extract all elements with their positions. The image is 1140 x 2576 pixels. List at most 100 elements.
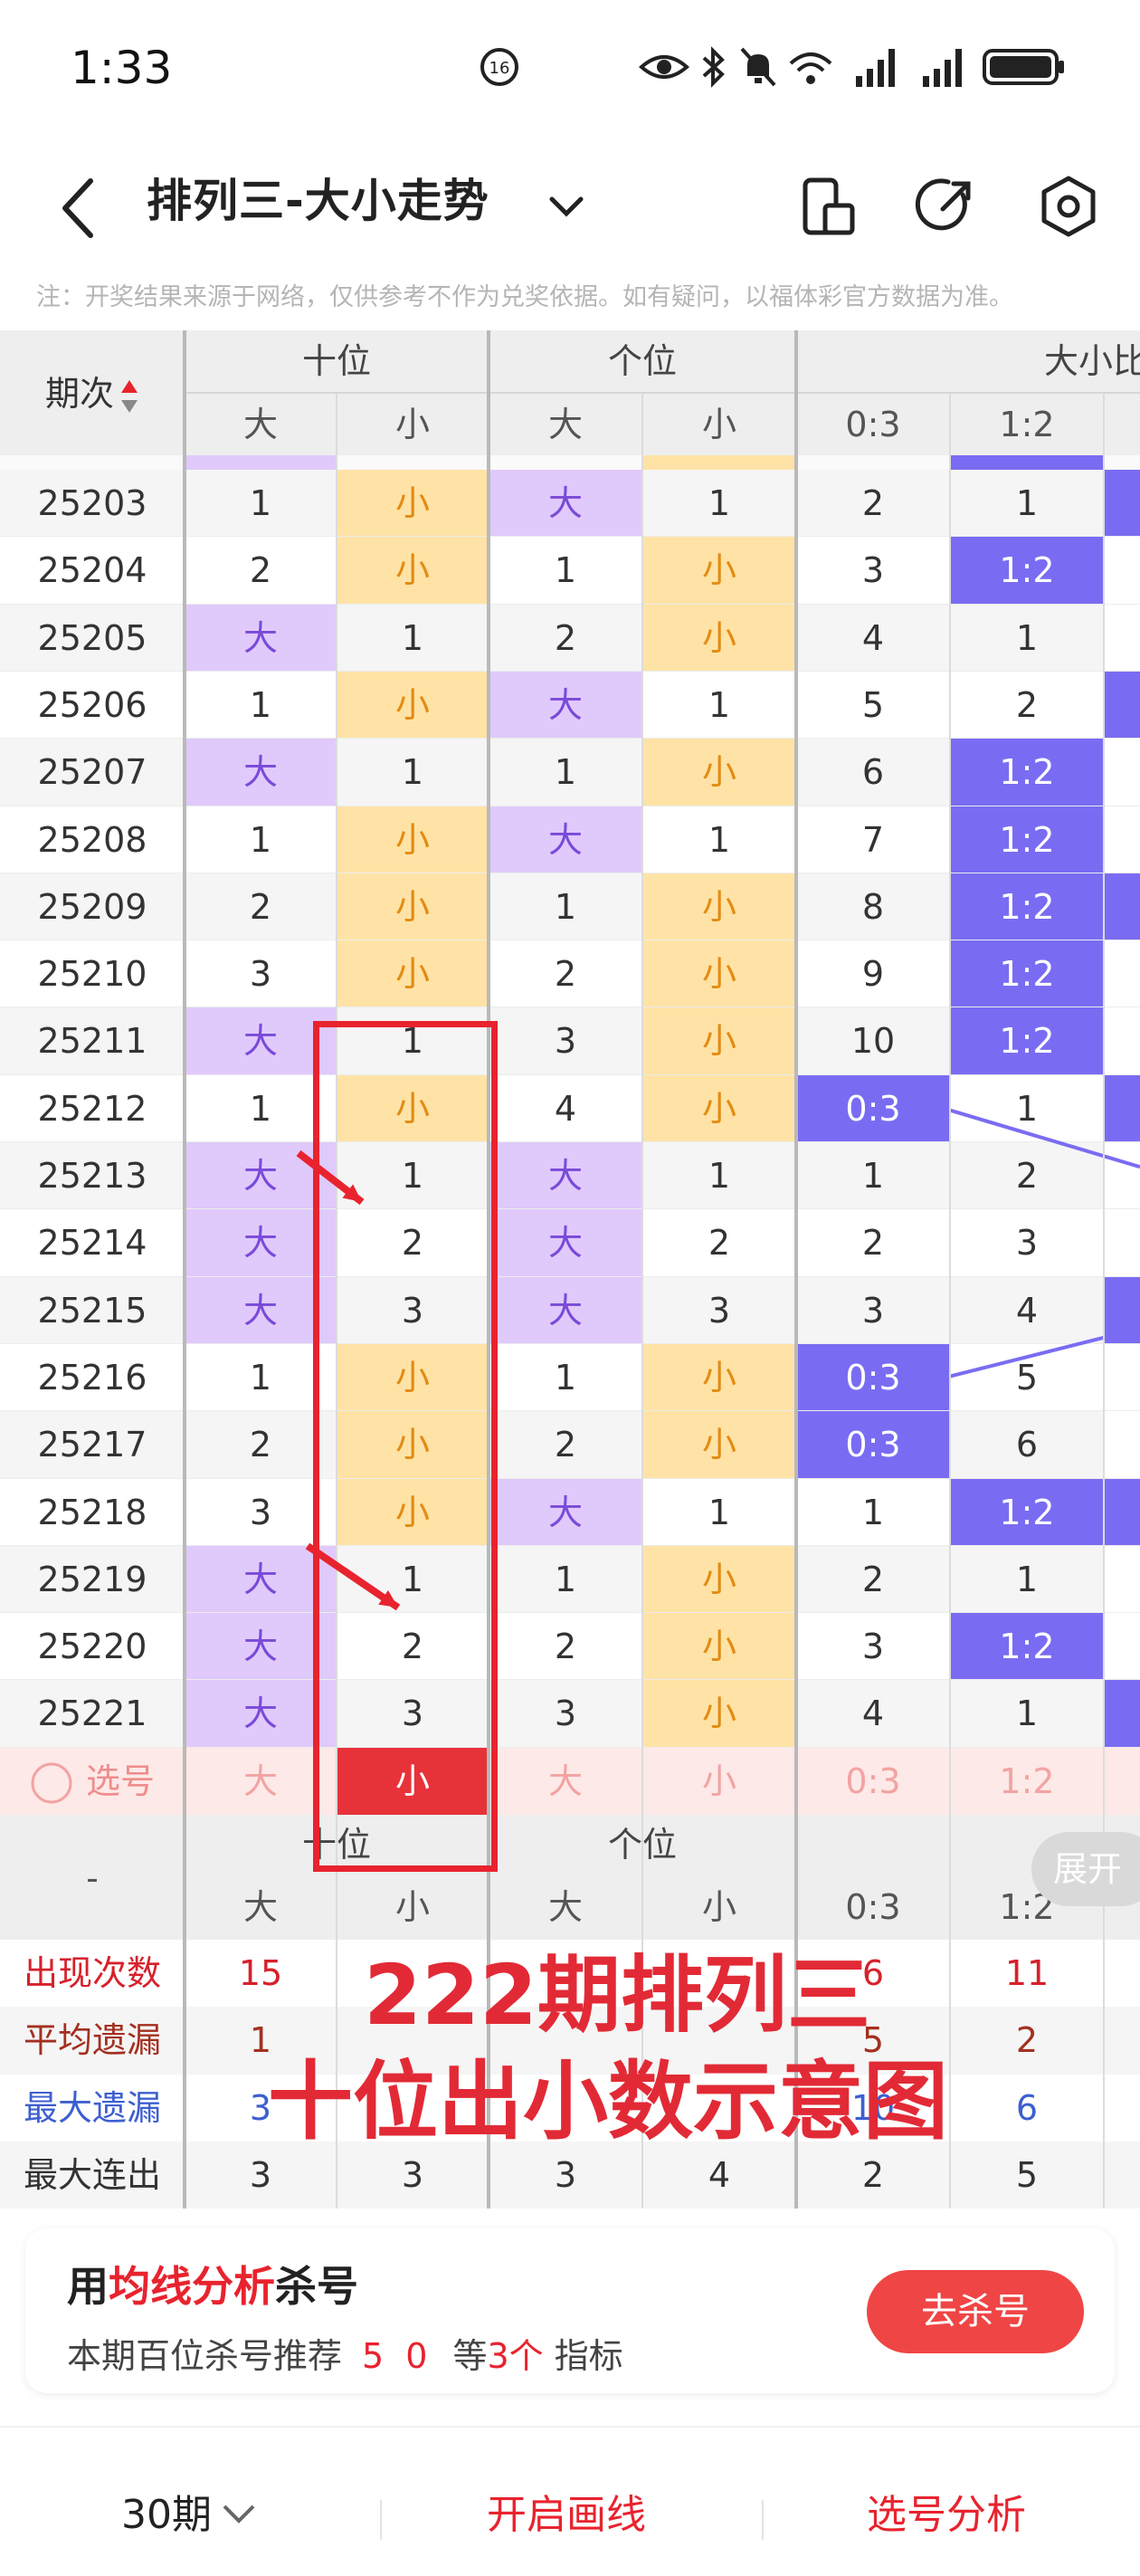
table-cell[interactable]: 大 bbox=[185, 1276, 336, 1344]
table-cell[interactable]: 1 bbox=[185, 470, 336, 537]
select-cell[interactable]: 小 bbox=[643, 1748, 795, 1815]
table-cell[interactable]: 1 bbox=[185, 806, 336, 873]
table-cell[interactable]: 2 bbox=[185, 1411, 336, 1478]
table-cell[interactable]: 大 bbox=[185, 1680, 336, 1748]
table-cell[interactable]: 2 bbox=[489, 605, 641, 672]
draw-line-button[interactable]: 开启画线 bbox=[487, 2482, 646, 2540]
pick-analysis-button[interactable]: 选号分析 bbox=[867, 2482, 1026, 2540]
table-cell[interactable]: 大 bbox=[185, 604, 336, 672]
table-cell[interactable]: 2 bbox=[797, 1546, 949, 1613]
table-cell[interactable]: 4 bbox=[797, 605, 949, 672]
table-cell[interactable]: 1 bbox=[643, 1479, 795, 1546]
table-cell[interactable]: 1:2 bbox=[951, 537, 1103, 605]
table-cell[interactable]: 6 bbox=[797, 739, 949, 806]
table-cell[interactable]: 大 bbox=[489, 1276, 641, 1344]
table-cell[interactable]: 9 bbox=[797, 940, 949, 1007]
table-cell[interactable]: 3 bbox=[185, 940, 336, 1007]
kill-number-button[interactable]: 去杀号 bbox=[867, 2270, 1084, 2353]
table-cell[interactable]: 小 bbox=[337, 1411, 488, 1479]
table-cell[interactable]: 小 bbox=[337, 1343, 488, 1412]
select-label[interactable]: 选号 bbox=[0, 1748, 185, 1815]
table-cell[interactable]: 大 bbox=[489, 470, 641, 538]
table-cell[interactable]: 1 bbox=[643, 1142, 795, 1209]
table-cell[interactable]: 小 bbox=[643, 940, 795, 1008]
table-cell[interactable]: 小 bbox=[643, 1074, 795, 1142]
table-cell[interactable]: 2 bbox=[337, 1209, 488, 1276]
chevron-down-icon[interactable] bbox=[546, 186, 586, 226]
table-cell[interactable]: 小 bbox=[337, 940, 488, 1008]
table-cell[interactable]: 1 bbox=[951, 1680, 1103, 1747]
table-cell[interactable]: 小 bbox=[643, 1343, 795, 1412]
table-cell[interactable]: 0:3 bbox=[797, 1411, 949, 1479]
table-cell[interactable]: 3 bbox=[489, 1680, 641, 1747]
expand-button[interactable]: 展开 bbox=[1031, 1832, 1140, 1906]
table-cell[interactable]: 2 bbox=[797, 470, 949, 537]
table-cell[interactable]: 1 bbox=[337, 1142, 488, 1209]
table-cell[interactable]: 3 bbox=[185, 1479, 336, 1546]
table-cell[interactable]: 1 bbox=[797, 1142, 949, 1209]
table-cell[interactable]: 小 bbox=[337, 806, 488, 873]
table-cell[interactable]: 小 bbox=[337, 873, 488, 941]
table-cell[interactable]: 1 bbox=[951, 1546, 1103, 1613]
share-icon[interactable] bbox=[907, 167, 984, 245]
table-cell[interactable]: 1 bbox=[337, 1007, 488, 1074]
settings-hex-icon[interactable] bbox=[1030, 167, 1107, 245]
table-cell[interactable]: 2 bbox=[951, 1142, 1103, 1209]
periods-select[interactable]: 30期 bbox=[121, 2482, 257, 2540]
table-cell[interactable]: 大 bbox=[489, 671, 641, 739]
table-cell[interactable]: 小 bbox=[643, 1411, 795, 1479]
table-cell[interactable]: 1 bbox=[951, 605, 1103, 672]
table-cell[interactable]: 6 bbox=[951, 1411, 1103, 1478]
table-cell[interactable]: 1:2 bbox=[951, 873, 1103, 941]
table-cell[interactable]: 小 bbox=[337, 1074, 488, 1142]
table-cell[interactable]: 大 bbox=[185, 1209, 336, 1277]
back-arrow-icon[interactable] bbox=[52, 172, 107, 244]
table-cell[interactable]: 7 bbox=[797, 806, 949, 873]
table-cell[interactable]: 1 bbox=[489, 537, 641, 604]
select-cell[interactable]: 小 bbox=[337, 1747, 488, 1815]
table-cell[interactable]: 1 bbox=[643, 806, 795, 873]
period-header[interactable]: 期次 bbox=[0, 358, 185, 430]
table-cell[interactable]: 1 bbox=[489, 873, 641, 940]
table-cell[interactable]: 2 bbox=[489, 1411, 641, 1478]
table-cell[interactable]: 1:2 bbox=[951, 1007, 1103, 1075]
table-cell[interactable]: 小 bbox=[643, 1613, 795, 1681]
sort-icon[interactable] bbox=[119, 378, 139, 415]
select-cell[interactable]: 1:2 bbox=[951, 1748, 1103, 1815]
table-cell[interactable]: 2 bbox=[489, 1613, 641, 1680]
select-cell[interactable]: 大 bbox=[489, 1748, 641, 1815]
table-cell[interactable]: 小 bbox=[643, 739, 795, 806]
table-cell[interactable]: 小 bbox=[643, 537, 795, 605]
table-cell[interactable]: 3 bbox=[337, 1277, 488, 1344]
table-cell[interactable]: 小 bbox=[643, 1007, 795, 1075]
table-cell[interactable]: 2 bbox=[185, 537, 336, 604]
table-cell[interactable]: 0:3 bbox=[797, 1343, 949, 1412]
table-cell[interactable]: 3 bbox=[797, 1613, 949, 1680]
table-cell[interactable]: 小 bbox=[337, 1478, 488, 1546]
table-cell[interactable]: 1:2 bbox=[951, 739, 1103, 806]
table-cell[interactable]: 1 bbox=[337, 605, 488, 672]
table-cell[interactable]: 1 bbox=[185, 672, 336, 739]
table-cell[interactable]: 5 bbox=[797, 672, 949, 739]
table-cell[interactable]: 小 bbox=[643, 604, 795, 672]
table-cell[interactable]: 8 bbox=[797, 873, 949, 940]
table-cell[interactable]: 1:2 bbox=[951, 1613, 1103, 1681]
table-cell[interactable]: 大 bbox=[185, 1545, 336, 1614]
table-cell[interactable]: 大 bbox=[489, 1142, 641, 1210]
table-cell[interactable]: 小 bbox=[337, 470, 488, 538]
table-cell[interactable]: 1:2 bbox=[951, 806, 1103, 873]
table-cell[interactable]: 大 bbox=[489, 806, 641, 873]
table-cell[interactable]: 小 bbox=[337, 671, 488, 739]
select-cell[interactable]: 大 bbox=[185, 1748, 336, 1815]
table-cell[interactable]: 1:2 bbox=[951, 940, 1103, 1008]
table-cell[interactable]: 2 bbox=[951, 672, 1103, 739]
page-title[interactable]: 排列三-大小走势 bbox=[147, 165, 489, 230]
table-cell[interactable]: 1 bbox=[337, 739, 488, 806]
table-cell[interactable]: 1 bbox=[951, 1075, 1103, 1142]
table-cell[interactable]: 1 bbox=[185, 1344, 336, 1411]
table-cell[interactable]: 4 bbox=[797, 1680, 949, 1747]
table-cell[interactable]: 1 bbox=[489, 739, 641, 806]
table-cell[interactable]: 小 bbox=[643, 1680, 795, 1748]
table-cell[interactable]: 5 bbox=[951, 1344, 1103, 1411]
table-cell[interactable]: 1 bbox=[797, 1479, 949, 1546]
